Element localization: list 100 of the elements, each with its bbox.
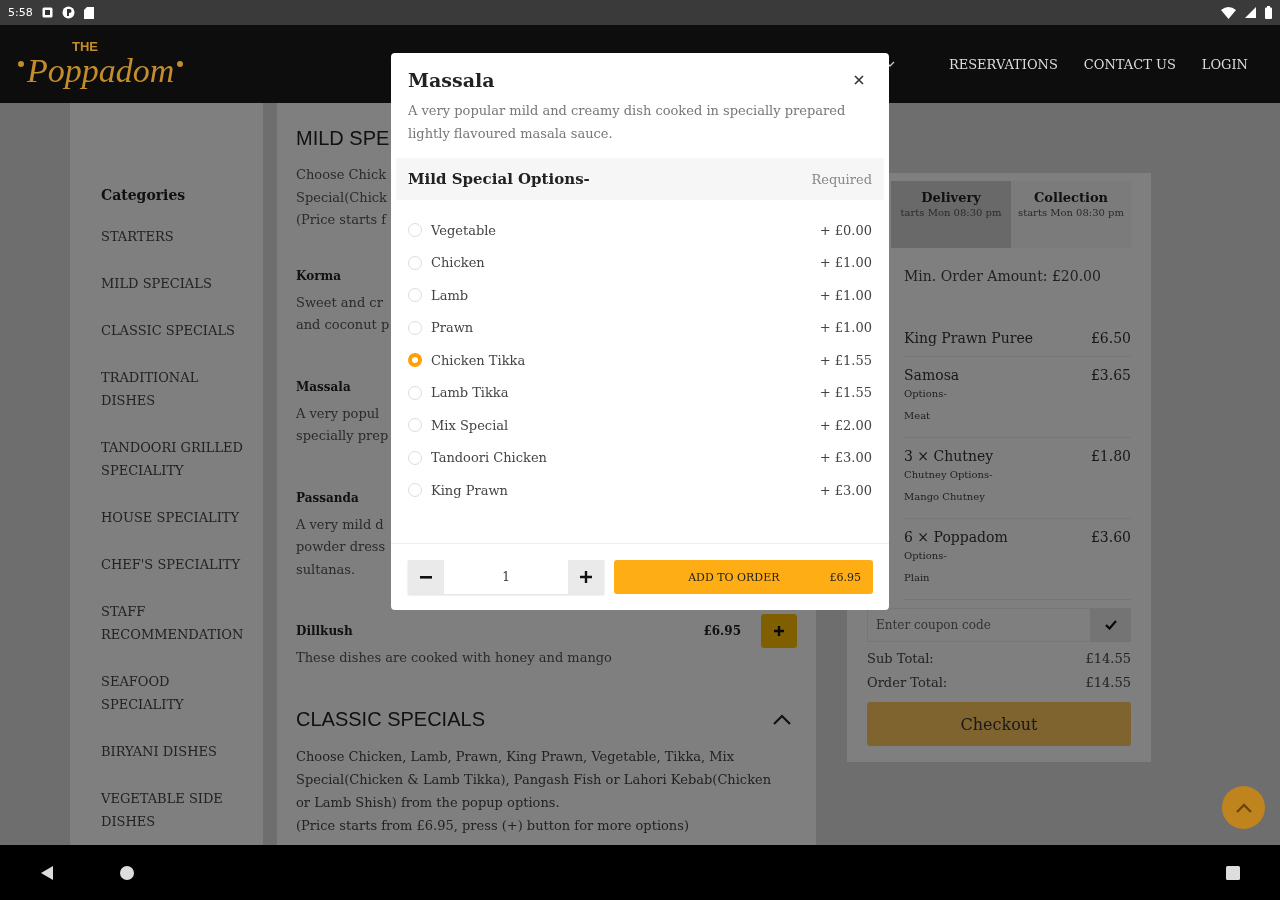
dialog-title: Massala	[408, 69, 495, 91]
description-line: powder dress	[296, 538, 386, 556]
section-description: (Price starts from £6.95, press (+) button for more options)	[296, 816, 690, 835]
cart-item-price: £1.80	[1090, 448, 1131, 464]
cart-item-name: King Prawn Puree	[904, 330, 1033, 346]
recents-icon[interactable]	[1226, 865, 1240, 880]
category-link[interactable]: BIRYANI DISHES	[101, 740, 251, 763]
option-price: + £0.00	[819, 222, 872, 238]
logo-text: THE	[72, 39, 98, 53]
description-line: sultanas.	[296, 560, 356, 579]
section-title: CLASSIC SPECIALS	[296, 707, 485, 731]
description-line: A very popul	[296, 404, 380, 423]
plus-icon	[773, 625, 785, 637]
section-title: MILD SPE	[296, 127, 390, 150]
apply-coupon-button[interactable]	[1090, 608, 1131, 642]
close-icon[interactable]	[854, 75, 864, 85]
dialog-description: A very popular mild and creamy dish cooked in specially prepared lightly flavoured masala sauce.	[408, 102, 847, 143]
category-link[interactable]: TANDOORI GRILLED SPECIALITY	[101, 436, 251, 482]
option-value: Plain	[904, 571, 931, 585]
option-label: Options-	[904, 549, 948, 563]
description-line: specially prep	[296, 427, 389, 445]
plus-icon	[580, 571, 592, 583]
add-to-order-button[interactable]: ADD TO ORDER £6.95	[614, 560, 873, 594]
section-description: Choose Chicken, Lamb, Prawn, King Prawn, Vegetable, Tikka, Mix Special(Chicken & Lamb Tikka), Pangash Fish or Lahori Kebab(Chicken or Lamb Shish) from the popup options.	[296, 747, 773, 812]
option-price: + £1.00	[819, 320, 872, 336]
dish-name: Passanda	[296, 490, 359, 505]
description-line: These dishes are cooked with honey and mango	[296, 649, 612, 667]
option-label[interactable]: Mix Special	[431, 417, 820, 433]
option-label: Chutney Options-	[904, 468, 994, 482]
cart-item-price: £3.60	[1090, 529, 1131, 545]
option-price: + £1.55	[819, 352, 872, 368]
logo-name: Poppadom	[27, 52, 175, 89]
dish-name: Korma	[296, 268, 341, 283]
option-price: + £3.00	[819, 482, 872, 498]
app-notification-icon	[41, 7, 53, 18]
category-link[interactable]: SEAFOOD SPECIALITY	[101, 670, 251, 716]
cart-item-price: £3.65	[1090, 367, 1131, 383]
chevron-icon[interactable]	[773, 713, 791, 725]
option-label[interactable]: Tandoori Chicken	[431, 450, 820, 466]
option-value: Mango Chutney	[904, 490, 986, 504]
dish-name: Dillkush	[296, 624, 353, 638]
description-line: Special(Chick	[296, 188, 387, 207]
cart-item-name: 3 × Chutney	[904, 448, 994, 464]
option-label[interactable]: Prawn	[431, 320, 820, 336]
coupon-field[interactable]: Enter coupon code	[867, 608, 1090, 642]
option-price: + £1.55	[819, 385, 872, 401]
decrease-button[interactable]	[408, 560, 444, 594]
scroll-top-button[interactable]	[1222, 786, 1265, 829]
dot-icon	[18, 61, 24, 67]
back-icon[interactable]	[40, 864, 54, 881]
option-price: + £1.00	[819, 255, 872, 271]
cart-item-name: Samosa	[904, 367, 960, 383]
option-label[interactable]: Lamb	[431, 287, 820, 303]
required-label: Required	[811, 171, 872, 187]
nav-link[interactable]: LOGIN	[1201, 56, 1248, 72]
dish-price: £6.95	[703, 624, 741, 638]
status-time: 5:58	[8, 6, 33, 19]
sd-card-icon	[83, 6, 94, 19]
check-icon	[1104, 620, 1117, 630]
battery-icon	[1265, 6, 1272, 19]
category-link[interactable]: STAFF RECOMMENDATION	[101, 600, 251, 646]
option-label[interactable]: Lamb Tikka	[431, 385, 820, 401]
option-label: Options-	[904, 387, 948, 401]
category-link[interactable]: CHEF'S SPECIALITY	[101, 553, 251, 576]
cart-item-price: £6.50	[1090, 330, 1131, 346]
quantity-field[interactable]: 1	[444, 560, 568, 594]
chevron-up-icon	[1235, 802, 1252, 813]
total-value: £14.55	[1085, 651, 1131, 666]
add-button[interactable]	[761, 614, 797, 648]
nav-link[interactable]: RESERVATIONS	[948, 56, 1058, 72]
total-label: Order Total:	[867, 675, 948, 690]
cart-item-name: 6 × Poppadom	[904, 529, 1008, 545]
description-line: A very mild d	[296, 515, 384, 534]
option-label[interactable]: King Prawn	[431, 482, 820, 498]
order-type-tab[interactable]: Collection starts Mon 08:30 pm	[1011, 181, 1131, 248]
dot-icon	[177, 61, 184, 67]
radio-button[interactable]	[408, 353, 422, 368]
signal-icon	[1245, 7, 1256, 18]
circle-notification-icon	[61, 6, 75, 19]
group-title: Mild Special Options-	[408, 170, 590, 188]
wifi-icon	[1221, 6, 1236, 19]
option-label[interactable]: Chicken	[431, 255, 820, 271]
nav-link[interactable]: CONTACT US	[1083, 56, 1176, 72]
description-line: (Price starts f	[296, 211, 386, 229]
increase-button[interactable]	[568, 560, 604, 594]
total-label: Sub Total:	[867, 651, 934, 666]
category-link[interactable]: MILD SPECIALS	[101, 272, 251, 295]
option-label[interactable]: Chicken Tikka	[431, 352, 820, 368]
option-label[interactable]: Vegetable	[431, 222, 820, 238]
total-value: £14.55	[1085, 675, 1131, 690]
option-price: + £1.00	[819, 287, 872, 303]
description-line: and coconut p	[296, 316, 390, 334]
category-link[interactable]: STARTERS	[101, 225, 251, 248]
option-price: + £3.00	[819, 450, 872, 466]
category-link[interactable]: CLASSIC SPECIALS	[101, 319, 251, 342]
category-link[interactable]: VEGETABLE SIDE DISHES	[101, 787, 251, 833]
home-icon[interactable]	[120, 865, 134, 880]
option-value: Meat	[904, 409, 932, 423]
category-link[interactable]: TRADITIONAL DISHES	[101, 366, 251, 412]
category-link[interactable]: HOUSE SPECIALITY	[101, 506, 251, 529]
